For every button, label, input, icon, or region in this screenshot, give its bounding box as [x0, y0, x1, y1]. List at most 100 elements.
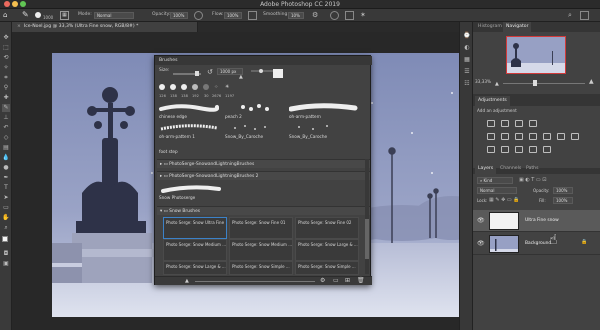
new-brush-button-icon[interactable]: ⊞ [345, 277, 350, 284]
blur-tool-icon[interactable]: 💧 [2, 154, 10, 162]
threshold-icon[interactable] [515, 146, 523, 153]
quick-select-tool-icon[interactable]: ✧ [2, 64, 10, 72]
brush-tool-preset-icon[interactable]: ✎ [22, 10, 32, 20]
exposure-icon[interactable] [529, 120, 537, 127]
preset-brush-2[interactable] [170, 84, 176, 90]
layer-row-background[interactable]: 👁 Background 🔒 [473, 233, 600, 255]
brushes-scrollbar[interactable] [365, 159, 369, 274]
selective-color-icon[interactable] [543, 146, 551, 153]
snow-brush-tile-7[interactable]: Photo Serge: Snow Large & ... [163, 261, 227, 275]
preset-brush-1[interactable] [159, 84, 165, 90]
eraser-tool-icon[interactable]: ◇ [2, 134, 10, 142]
navigator-zoom-handle[interactable] [533, 80, 537, 86]
dodge-tool-icon[interactable]: ● [2, 164, 10, 172]
black-white-icon[interactable] [529, 133, 537, 140]
tab-channels[interactable]: Channels [497, 164, 524, 174]
preset-brush-5[interactable] [203, 84, 209, 90]
smoothing-input[interactable]: 10% [288, 11, 304, 19]
home-icon[interactable]: ⌂ [3, 11, 13, 20]
lasso-tool-icon[interactable]: ⟲ [2, 54, 10, 62]
thumb-small-icon[interactable]: ▲ [185, 278, 189, 284]
brush-preview-icon[interactable] [35, 12, 41, 18]
screen-mode-icon[interactable]: ▣ [2, 260, 10, 268]
navigator-zoom-value[interactable]: 33,33% [475, 79, 491, 84]
shape-tool-icon[interactable]: ▭ [2, 204, 10, 212]
foreground-color-swatch[interactable] [2, 236, 8, 242]
snow-brush-tile-6[interactable]: Photo Serge: Snow Large & ... [295, 239, 359, 261]
hand-tool-icon[interactable]: ✋ [2, 214, 10, 222]
gradient-map-icon[interactable] [529, 146, 537, 153]
snow-brush-tile-2[interactable]: Photo Serge: Snow Fine 01 [229, 217, 293, 239]
posterize-icon[interactable] [501, 146, 509, 153]
oh-arm-pattern-stroke[interactable] [289, 103, 359, 113]
zoom-out-icon[interactable]: ▲ [495, 81, 499, 87]
visibility-eye-icon[interactable]: 👁 [477, 240, 485, 247]
move-tool-icon[interactable]: ✥ [2, 34, 10, 42]
eyedropper-tool-icon[interactable]: ⚲ [2, 84, 10, 92]
layer-filter-icons[interactable]: ▣ ◐ T ▭ ⊡ [519, 177, 546, 183]
healing-tool-icon[interactable]: ✚ [2, 94, 10, 102]
pen-tool-icon[interactable]: ✒ [2, 174, 10, 182]
navigator-preview[interactable] [506, 36, 566, 74]
snow-photoserge-stroke[interactable] [161, 183, 221, 195]
snow-brush-tile-5[interactable]: Photo Serge: Snow Medium ... [229, 239, 293, 261]
color-lookup-icon[interactable] [571, 133, 579, 140]
snow-by-caroche-stroke-1[interactable] [225, 123, 285, 133]
preset-brush-3[interactable] [181, 84, 187, 90]
snow-brush-tile-1[interactable]: Photo Serge: Snow Ultra Fine [163, 217, 227, 239]
visibility-eye-icon[interactable]: 👁 [477, 217, 485, 224]
brush-settings-icon[interactable]: ▦ [60, 11, 69, 20]
snow-brush-tile-3[interactable]: Photo Serge: Snow Fine 02 [295, 217, 359, 239]
preset-brush-4[interactable] [192, 84, 198, 90]
tab-navigator[interactable]: Navigator [503, 22, 532, 32]
chinese-edge-stroke[interactable] [159, 103, 219, 113]
hue-saturation-icon[interactable] [501, 133, 509, 140]
close-document-icon[interactable]: × [17, 24, 21, 29]
brushes-scrollbar-thumb[interactable] [365, 219, 369, 259]
angle-icon[interactable] [330, 11, 339, 20]
airbrush-icon[interactable] [248, 11, 257, 20]
zoom-tool-icon[interactable]: ⌕ [2, 224, 10, 232]
snow-by-caroche-stroke-2[interactable] [289, 123, 349, 133]
search-icon[interactable]: ⌕ [568, 11, 577, 20]
brush-settings-toggle-icon[interactable]: ⚙ [320, 277, 325, 284]
invert-icon[interactable] [487, 146, 495, 153]
gradient-tool-icon[interactable]: ▤ [2, 144, 10, 152]
curves-icon[interactable] [515, 120, 523, 127]
snow-brush-tile-8[interactable]: Photo Serge: Snow Simple ... [229, 261, 293, 275]
new-group-icon[interactable]: ▭ [333, 277, 339, 284]
oh-arm-pattern-1-stroke[interactable] [159, 123, 219, 133]
preset-brush-7[interactable]: ✳ [225, 84, 231, 90]
navigator-zoom-slider[interactable] [503, 83, 585, 84]
properties-panel-icon[interactable]: ☰ [463, 68, 471, 76]
layer-row-ultra-fine-snow[interactable]: 👁 Ultra Fine snow [473, 210, 600, 232]
preset-brush-6[interactable]: ⁘ [214, 84, 220, 90]
opacity-input[interactable]: 100% [170, 11, 188, 19]
swatches-panel-icon[interactable]: ▦ [463, 56, 471, 64]
blend-mode-select[interactable]: Normal [477, 187, 517, 194]
stamp-tool-icon[interactable]: ⊥ [2, 114, 10, 122]
symmetry-icon[interactable]: ✶ [360, 11, 369, 20]
tab-histogram[interactable]: Histogram [475, 22, 505, 32]
peach-2-stroke[interactable] [225, 103, 285, 113]
new-brush-icon[interactable] [273, 69, 283, 78]
brush-size-range-handle[interactable] [259, 69, 263, 73]
color-panel-icon[interactable]: ◐ [463, 44, 471, 52]
mode-select[interactable]: Normal [94, 11, 134, 19]
history-panel-icon[interactable]: ⌚ [463, 32, 471, 40]
lock-icons[interactable]: ▦ ✎ ✥ ▭ 🔒 [489, 197, 519, 203]
thumb-size-slider[interactable] [195, 281, 315, 282]
vibrance-icon[interactable] [487, 133, 495, 140]
libraries-panel-icon[interactable]: ☷ [463, 80, 471, 88]
delete-brush-icon[interactable]: 🗑 [357, 277, 365, 284]
snow-brush-tile-9[interactable]: Photo Serge: Snow Simple ... [295, 261, 359, 275]
quick-mask-icon[interactable]: ◘ [2, 250, 10, 258]
brightness-contrast-icon[interactable] [487, 120, 495, 127]
crop-tool-icon[interactable]: ⌗ [2, 74, 10, 82]
marquee-tool-icon[interactable]: ⬚ [2, 44, 10, 52]
levels-icon[interactable] [501, 120, 509, 127]
smoothing-settings-icon[interactable]: ⚙ [312, 11, 321, 20]
channel-mixer-icon[interactable] [557, 133, 565, 140]
brush-group-2[interactable]: ▸ ▭ PhotoSerge-SnowandLightningBrushes 2 [157, 171, 370, 180]
path-select-tool-icon[interactable]: ➤ [2, 194, 10, 202]
